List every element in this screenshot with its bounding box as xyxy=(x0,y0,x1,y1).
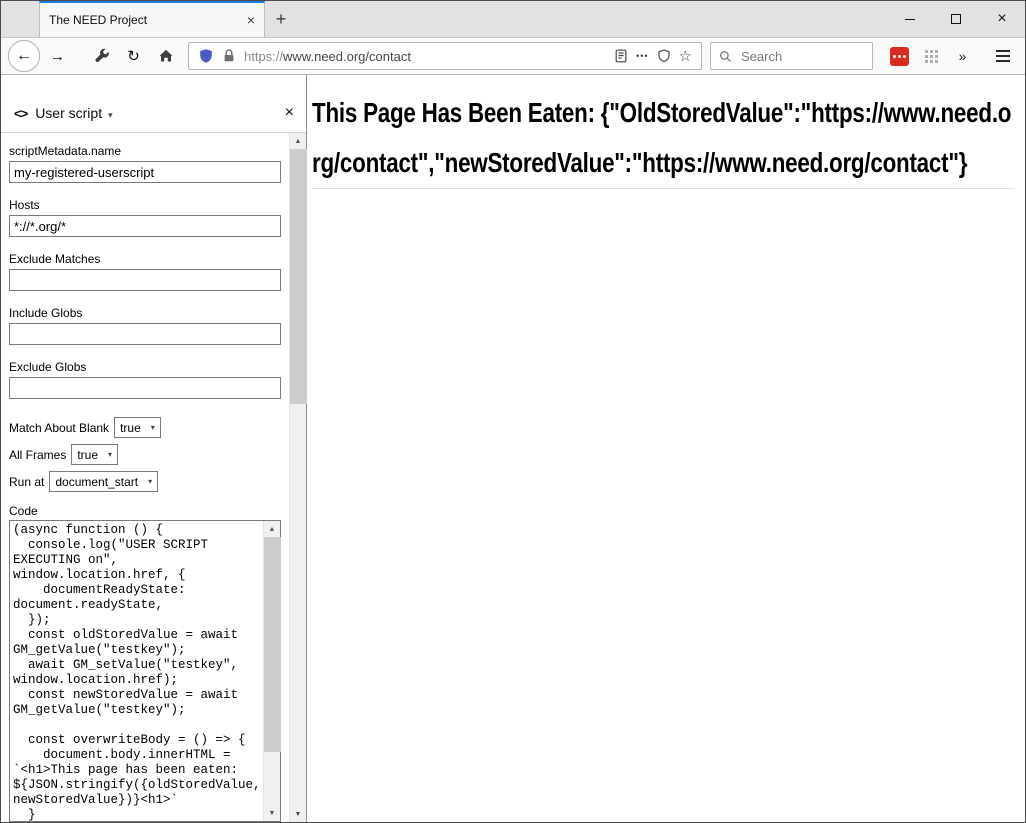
all-frames-value: true xyxy=(77,448,98,462)
scroll-up-icon[interactable]: ▲ xyxy=(264,521,281,537)
panel-title: User script xyxy=(35,105,102,121)
field-label-hosts: Hosts xyxy=(9,198,281,212)
all-frames-label: All Frames xyxy=(9,448,66,462)
shield-check-icon[interactable] xyxy=(656,48,672,64)
wrench-icon xyxy=(94,48,110,64)
scroll-up-icon[interactable]: ▲ xyxy=(290,133,307,149)
match-about-blank-select[interactable]: true ▾ xyxy=(114,417,161,438)
extension-button-red[interactable] xyxy=(890,47,909,66)
select-arrow-icon: ▾ xyxy=(108,450,112,459)
search-box[interactable] xyxy=(710,42,873,70)
tab-close-icon[interactable]: × xyxy=(247,12,255,28)
code-label: Code xyxy=(9,504,281,518)
tab-title: The NEED Project xyxy=(49,13,239,27)
scroll-down-icon[interactable]: ▼ xyxy=(290,806,307,822)
browser-window: The NEED Project × + × ← → ↻ https://www… xyxy=(0,0,1026,823)
code-editor[interactable]: (async function () { console.log("USER S… xyxy=(10,521,263,821)
minimize-button[interactable] xyxy=(887,1,933,37)
all-frames-select[interactable]: true ▾ xyxy=(71,444,118,465)
page-content: This Page Has Been Eaten: {"OldStoredVal… xyxy=(307,75,1025,822)
window-controls: × xyxy=(887,1,1025,37)
page-actions-icon[interactable]: ••• xyxy=(636,51,648,61)
match-about-blank-label: Match About Blank xyxy=(9,421,109,435)
hamburger-icon xyxy=(996,55,1010,57)
grid-icon xyxy=(924,49,939,64)
scrollbar-thumb[interactable] xyxy=(290,149,307,404)
exclude-matches-input[interactable] xyxy=(9,269,281,291)
navigation-toolbar: ← → ↻ https://www.need.org/contact ••• ☆… xyxy=(1,37,1025,75)
userscript-form: scriptMetadata.name Hosts Exclude Matche… xyxy=(1,133,289,822)
scrollbar-thumb[interactable] xyxy=(264,537,281,752)
reload-button[interactable]: ↻ xyxy=(119,42,148,71)
dot-icon xyxy=(898,55,901,58)
heading-divider xyxy=(312,188,1015,189)
lock-icon[interactable] xyxy=(221,48,237,64)
exclude-globs-input[interactable] xyxy=(9,377,281,399)
field-label-exclude-matches: Exclude Matches xyxy=(9,252,281,266)
userscript-wrench-button[interactable] xyxy=(87,42,116,71)
field-label-include-globs: Include Globs xyxy=(9,306,281,320)
home-icon xyxy=(158,48,174,64)
hosts-input[interactable] xyxy=(9,215,281,237)
home-button[interactable] xyxy=(151,42,180,71)
match-about-blank-row: Match About Blank true ▾ xyxy=(9,417,281,438)
maximize-button[interactable] xyxy=(933,1,979,37)
new-tab-button[interactable]: + xyxy=(265,1,297,37)
field-label-exclude-globs: Exclude Globs xyxy=(9,360,281,374)
hamburger-icon xyxy=(996,60,1010,62)
run-at-label: Run at xyxy=(9,475,44,489)
minimize-icon xyxy=(905,19,915,20)
dot-icon xyxy=(893,55,896,58)
maximize-icon xyxy=(951,14,961,24)
scroll-down-icon[interactable]: ▼ xyxy=(264,805,281,821)
code-editor-box: (async function () { console.log("USER S… xyxy=(9,520,281,822)
hamburger-icon xyxy=(996,50,1010,52)
url-bar[interactable]: https://www.need.org/contact ••• ☆ xyxy=(188,42,702,70)
close-button[interactable]: × xyxy=(979,1,1025,37)
script-name-input[interactable] xyxy=(9,161,281,183)
panel-selector[interactable]: User script ▾ xyxy=(35,105,112,121)
run-at-row: Run at document_start ▾ xyxy=(9,471,281,492)
userscript-sidebar: <> User script ▾ × scriptMetadata.name H… xyxy=(1,75,307,822)
select-arrow-icon: ▾ xyxy=(151,423,155,432)
toolbar-overflow-button[interactable]: » xyxy=(948,42,977,71)
match-about-blank-value: true xyxy=(120,421,141,435)
eaten-page-heading: This Page Has Been Eaten: {"OldStoredVal… xyxy=(312,88,1015,188)
search-input[interactable] xyxy=(739,48,865,65)
content-area: <> User script ▾ × scriptMetadata.name H… xyxy=(1,75,1025,822)
sidebar-header: <> User script ▾ × xyxy=(1,75,306,133)
url-scheme: https:// xyxy=(244,49,283,64)
tab-need-project[interactable]: The NEED Project × xyxy=(39,1,265,37)
sidebar-close-button[interactable]: × xyxy=(285,105,294,121)
sidebar-body: scriptMetadata.name Hosts Exclude Matche… xyxy=(1,133,306,822)
close-icon: × xyxy=(997,11,1006,27)
sidebar-scrollbar[interactable]: ▲ ▼ xyxy=(289,133,306,822)
url-text: https://www.need.org/contact xyxy=(244,49,411,64)
run-at-select[interactable]: document_start ▾ xyxy=(49,471,158,492)
all-frames-row: All Frames true ▾ xyxy=(9,444,281,465)
include-globs-input[interactable] xyxy=(9,323,281,345)
code-scrollbar[interactable]: ▲ ▼ xyxy=(263,521,280,821)
search-icon xyxy=(718,49,733,64)
dot-icon xyxy=(903,55,906,58)
select-arrow-icon: ▾ xyxy=(148,477,152,486)
extension-button-grid[interactable] xyxy=(924,49,939,64)
tracking-protection-shield-icon[interactable] xyxy=(198,48,214,64)
back-button[interactable]: ← xyxy=(8,40,40,72)
bookmark-star-icon[interactable]: ☆ xyxy=(679,47,692,65)
code-brackets-icon: <> xyxy=(14,106,27,121)
menu-button[interactable] xyxy=(988,41,1018,71)
forward-button[interactable]: → xyxy=(43,42,72,71)
run-at-value: document_start xyxy=(55,475,138,489)
chevron-down-icon: ▾ xyxy=(108,110,113,121)
titlebar: The NEED Project × + × xyxy=(1,1,1025,37)
url-path: www.need.org/contact xyxy=(283,49,411,64)
reader-mode-icon[interactable] xyxy=(613,48,629,64)
field-label-script-name: scriptMetadata.name xyxy=(9,144,281,158)
